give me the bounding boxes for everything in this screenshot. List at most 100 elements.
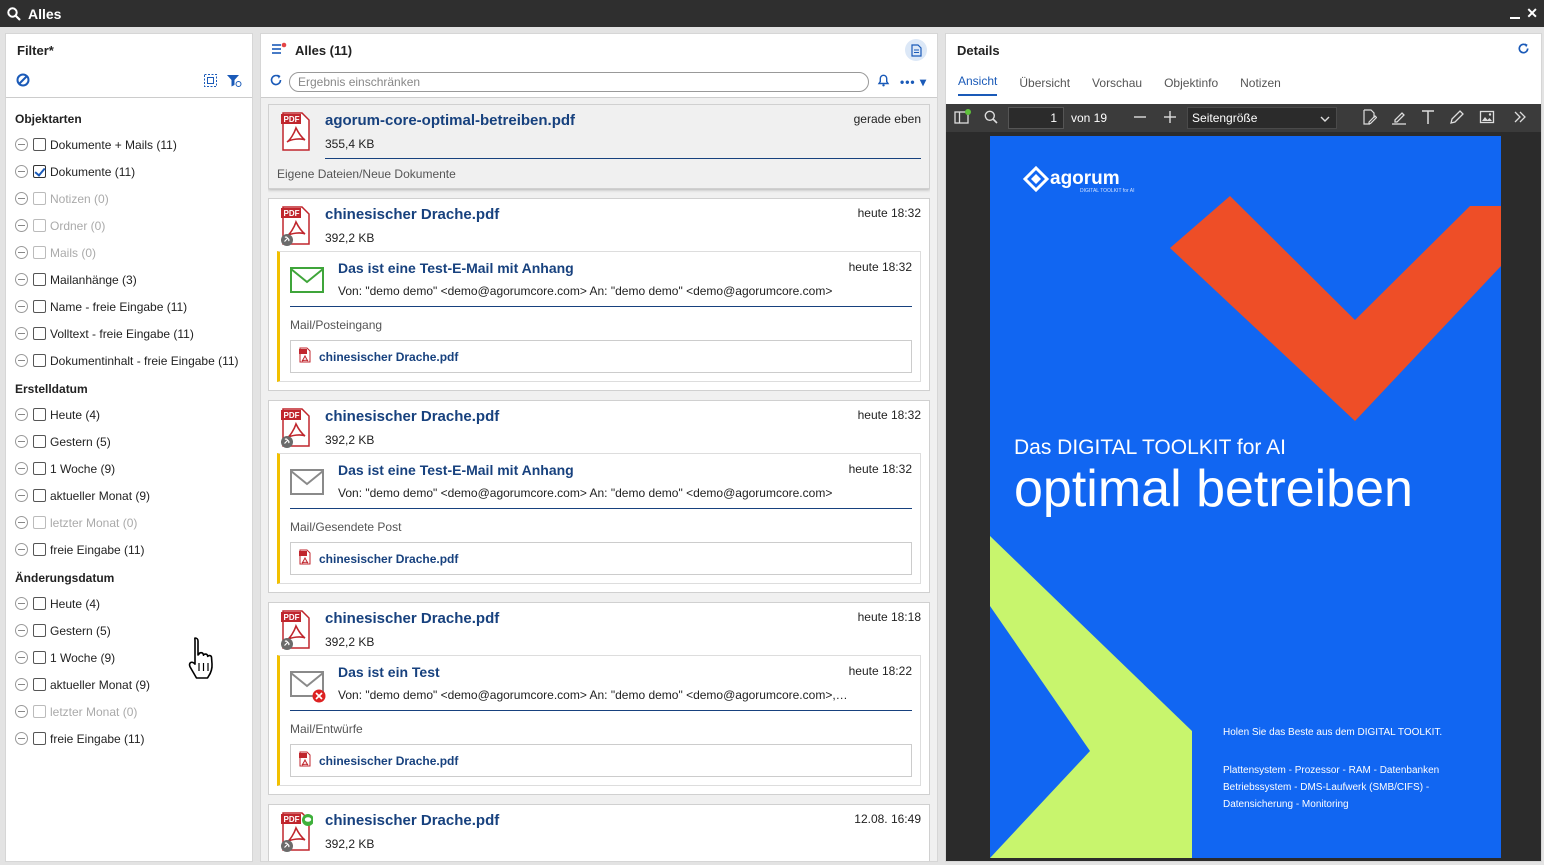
details-refresh-icon[interactable] (1517, 42, 1530, 58)
bell-icon[interactable] (877, 73, 890, 90)
filter-settings-icon[interactable] (226, 73, 242, 91)
close-button[interactable]: ✕ (1526, 5, 1538, 22)
attachment-name[interactable]: chinesischer Drache.pdf (319, 552, 458, 566)
path-segment[interactable]: Mail (290, 722, 312, 736)
exclude-icon[interactable] (15, 489, 28, 502)
details-tab[interactable]: Objektinfo (1164, 76, 1218, 96)
filter-checkbox[interactable] (33, 327, 46, 340)
filter-item[interactable]: Ordner (0) (6, 212, 252, 239)
filter-item[interactable]: Notizen (0) (6, 185, 252, 212)
filter-checkbox[interactable] (33, 354, 46, 367)
exclude-icon[interactable] (15, 678, 28, 691)
exclude-icon[interactable] (15, 327, 28, 340)
exclude-icon[interactable] (15, 246, 28, 259)
path-segment[interactable]: Posteingang (315, 318, 382, 332)
filter-item[interactable]: Dokumente + Mails (11) (6, 131, 252, 158)
document-name[interactable]: agorum-core-optimal-betreiben.pdf (325, 112, 854, 129)
document-view-button[interactable] (905, 39, 927, 61)
filter-checkbox[interactable] (33, 273, 46, 286)
filter-item[interactable]: aktueller Monat (9) (6, 482, 252, 509)
mail-subject[interactable]: Das ist eine Test-E-Mail mit Anhang (338, 462, 849, 478)
mail-reference[interactable]: Das ist eine Test-E-Mail mit Anhang Von: … (277, 453, 921, 584)
filter-item[interactable]: Volltext - freie Eingabe (11) (6, 320, 252, 347)
document-name[interactable]: chinesischer Drache.pdf (325, 206, 858, 223)
exclude-icon[interactable] (15, 705, 28, 718)
mail-subject[interactable]: Das ist eine Test-E-Mail mit Anhang (338, 260, 849, 276)
filter-item[interactable]: Heute (4) (6, 590, 252, 617)
filter-checkbox[interactable] (33, 462, 46, 475)
result-card[interactable]: PDF agorum-core-optimal-betreiben.pdf 355,… (268, 104, 930, 189)
path-segment[interactable]: Mail (290, 520, 312, 534)
exclude-icon[interactable] (15, 732, 28, 745)
details-tab[interactable]: Vorschau (1092, 76, 1142, 96)
filter-item[interactable]: freie Eingabe (11) (6, 536, 252, 563)
filter-checkbox[interactable] (33, 219, 46, 232)
attachment-item[interactable]: chinesischer Drache.pdf (290, 542, 912, 575)
select-all-icon[interactable] (203, 73, 218, 91)
page-number-input[interactable]: 1 (1008, 107, 1064, 129)
filter-checkbox[interactable] (33, 435, 46, 448)
filter-checkbox[interactable] (33, 489, 46, 502)
document-name[interactable]: chinesischer Drache.pdf (325, 812, 854, 829)
attachment-name[interactable]: chinesischer Drache.pdf (319, 754, 458, 768)
filter-item[interactable]: Dokumentinhalt - freie Eingabe (11) (6, 347, 252, 374)
filter-checkbox[interactable] (33, 732, 46, 745)
filter-checkbox[interactable] (33, 597, 46, 610)
exclude-icon[interactable] (15, 435, 28, 448)
attachment-name[interactable]: chinesischer Drache.pdf (319, 350, 458, 364)
reset-filter-icon[interactable] (16, 73, 30, 90)
zoom-out-icon[interactable] (1133, 110, 1147, 127)
mail-reference[interactable]: Das ist ein Test Von: "demo demo" <demo@a… (277, 655, 921, 786)
filter-item[interactable]: Heute (4) (6, 401, 252, 428)
sidebar-toggle-icon[interactable] (954, 108, 972, 128)
attachment-item[interactable]: chinesischer Drache.pdf (290, 744, 912, 777)
result-card[interactable]: PDF chinesischer Drache.pdf 392,2 KB 12.08.… (268, 804, 930, 861)
exclude-icon[interactable] (15, 192, 28, 205)
details-tab[interactable]: Ansicht (958, 74, 998, 96)
path-segment[interactable]: Neue Dokumente (362, 167, 455, 181)
more-options-button[interactable]: ••• ▾ (900, 75, 927, 89)
filter-checkbox[interactable] (33, 408, 46, 421)
filter-checkbox[interactable] (33, 651, 46, 664)
filter-item[interactable]: letzter Monat (0) (6, 698, 252, 725)
minimize-button[interactable] (1510, 16, 1521, 19)
filter-item[interactable]: Mails (0) (6, 239, 252, 266)
exclude-icon[interactable] (15, 543, 28, 556)
exclude-icon[interactable] (15, 138, 28, 151)
path-segment[interactable]: Gesendete Post (315, 520, 401, 534)
exclude-icon[interactable] (15, 354, 28, 367)
filter-checkbox[interactable] (33, 192, 46, 205)
zoom-in-icon[interactable] (1163, 110, 1177, 127)
filter-item[interactable]: Dokumente (11) (6, 158, 252, 185)
exclude-icon[interactable] (15, 516, 28, 529)
expand-toolbar-icon[interactable] (1513, 110, 1527, 127)
highlight-icon[interactable] (1391, 109, 1407, 128)
filter-checkbox[interactable] (33, 543, 46, 556)
filter-item[interactable]: Name - freie Eingabe (11) (6, 293, 252, 320)
filter-checkbox[interactable] (33, 300, 46, 313)
exclude-icon[interactable] (15, 624, 28, 637)
document-name[interactable]: chinesischer Drache.pdf (325, 610, 858, 627)
signature-icon[interactable] (1361, 108, 1378, 128)
filter-checkbox[interactable] (33, 678, 46, 691)
exclude-icon[interactable] (15, 597, 28, 610)
filter-checkbox[interactable] (33, 624, 46, 637)
exclude-icon[interactable] (15, 219, 28, 232)
text-tool-icon[interactable] (1421, 109, 1435, 128)
exclude-icon[interactable] (15, 408, 28, 421)
path-segment[interactable]: Mail (290, 318, 312, 332)
details-tab[interactable]: Notizen (1240, 76, 1281, 96)
path-segment[interactable]: Eigene Dateien (277, 167, 359, 181)
refresh-icon[interactable] (269, 73, 283, 90)
results-filter-input[interactable] (289, 71, 869, 92)
exclude-icon[interactable] (15, 273, 28, 286)
result-card[interactable]: PDF chinesischer Drache.pdf 392,2 KB heute … (268, 400, 930, 593)
mail-reference[interactable]: Das ist eine Test-E-Mail mit Anhang Von: … (277, 251, 921, 382)
exclude-icon[interactable] (15, 462, 28, 475)
filter-item[interactable]: 1 Woche (9) (6, 455, 252, 482)
exclude-icon[interactable] (15, 300, 28, 313)
exclude-icon[interactable] (15, 165, 28, 178)
filter-checkbox[interactable] (33, 516, 46, 529)
draw-icon[interactable] (1449, 109, 1465, 128)
filter-item[interactable]: letzter Monat (0) (6, 509, 252, 536)
